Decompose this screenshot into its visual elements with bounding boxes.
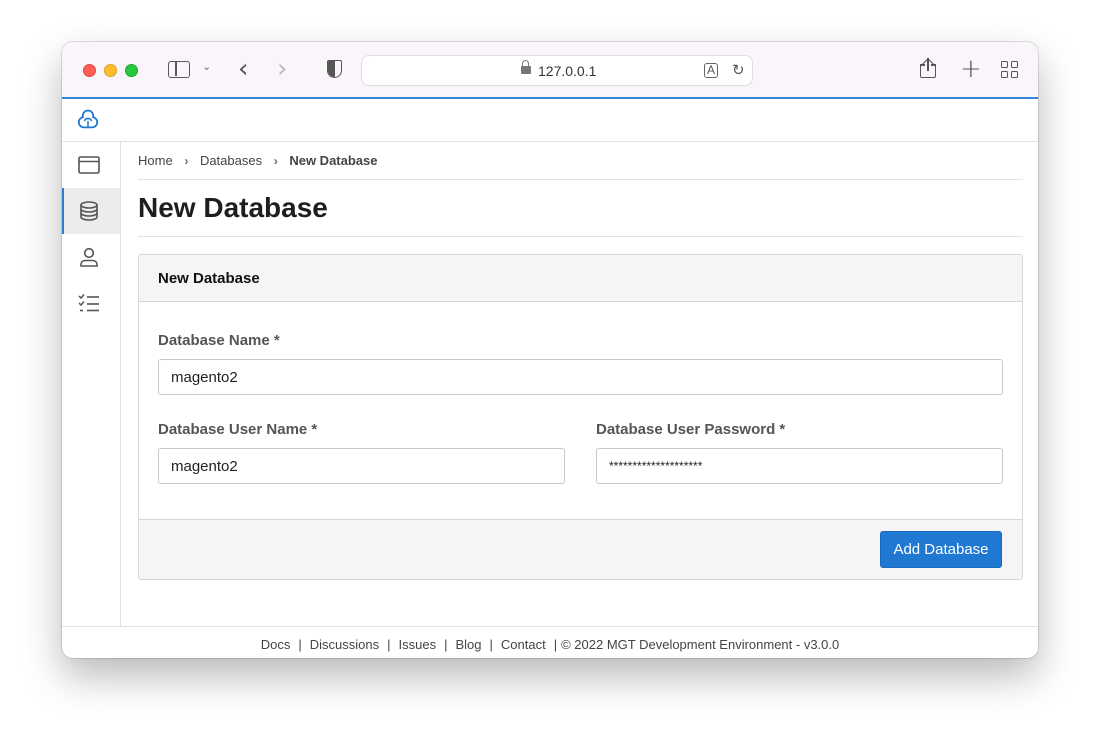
reload-icon[interactable]: ↻ <box>732 61 745 79</box>
footer-link-discussions[interactable]: Discussions <box>310 637 379 652</box>
breadcrumb-current: New Database <box>289 153 378 168</box>
breadcrumb: Home › Databases › New Database <box>138 153 378 168</box>
new-tab-icon[interactable]: + <box>960 54 982 84</box>
zoom-window-button[interactable] <box>125 64 138 77</box>
footer-link-contact[interactable]: Contact <box>501 637 546 652</box>
chevron-down-icon[interactable]: ⌄ <box>202 60 211 73</box>
cloud-logo-icon[interactable] <box>75 108 101 132</box>
database-icon <box>80 201 98 221</box>
page-title: New Database <box>138 192 328 223</box>
sidebar-item-tasks[interactable] <box>62 280 120 326</box>
sidebar-item-window[interactable] <box>62 142 120 188</box>
divider <box>138 236 1023 237</box>
page-footer: Docs | Discussions | Issues | Blog | Contact | © 2… <box>62 626 1038 658</box>
database-name-label: Database Name * <box>158 332 280 349</box>
database-user-password-input[interactable] <box>596 448 1003 484</box>
url-text[interactable]: 127.0.0.1 <box>538 63 596 79</box>
footer-copyright: © 2022 MGT Development Environment - v3.… <box>561 637 840 652</box>
sidebar-nav <box>62 142 121 626</box>
card-header: New Database <box>139 255 1022 302</box>
tab-overview-icon[interactable] <box>1001 61 1019 79</box>
footer-link-docs[interactable]: Docs <box>261 637 291 652</box>
card-title: New Database <box>158 270 260 287</box>
user-icon <box>80 247 98 267</box>
forward-icon[interactable]: › <box>277 54 287 84</box>
add-database-button[interactable]: Add Database <box>880 531 1002 568</box>
chevron-right-icon: › <box>184 154 189 168</box>
shield-icon[interactable] <box>327 60 342 78</box>
close-window-button[interactable] <box>83 64 96 77</box>
divider <box>138 179 1023 180</box>
database-user-password-label: Database User Password * <box>596 421 786 438</box>
card-footer: Add Database <box>139 519 1022 579</box>
sidebar-icon[interactable] <box>168 61 190 78</box>
browser-window-icon <box>78 156 100 174</box>
translate-icon[interactable]: A <box>704 63 719 78</box>
app-header <box>62 99 1038 142</box>
browser-toolbar: ⌄ ‹ › 127.0.0.1 A ↻ + <box>62 42 1038 99</box>
minimize-window-button[interactable] <box>104 64 117 77</box>
address-bar[interactable]: 127.0.0.1 A ↻ <box>361 55 753 86</box>
chevron-right-icon: › <box>273 154 278 168</box>
database-user-name-label: Database User Name * <box>158 421 318 438</box>
share-icon[interactable] <box>920 58 936 78</box>
database-user-name-input[interactable] <box>158 448 565 484</box>
footer-link-blog[interactable]: Blog <box>455 637 481 652</box>
sidebar-item-users[interactable] <box>62 234 120 280</box>
sidebar-item-databases[interactable] <box>62 188 120 234</box>
checklist-icon <box>78 294 99 312</box>
database-name-input[interactable] <box>158 359 1003 395</box>
back-icon[interactable]: ‹ <box>238 54 248 84</box>
browser-window: ⌄ ‹ › 127.0.0.1 A ↻ + Home › Databases ›… <box>62 42 1038 658</box>
lock-icon <box>521 60 531 74</box>
breadcrumb-databases[interactable]: Databases <box>200 153 262 168</box>
new-database-card: New Database Database Name * Database Us… <box>138 254 1023 580</box>
breadcrumb-home[interactable]: Home <box>138 153 173 168</box>
footer-link-issues[interactable]: Issues <box>399 637 437 652</box>
